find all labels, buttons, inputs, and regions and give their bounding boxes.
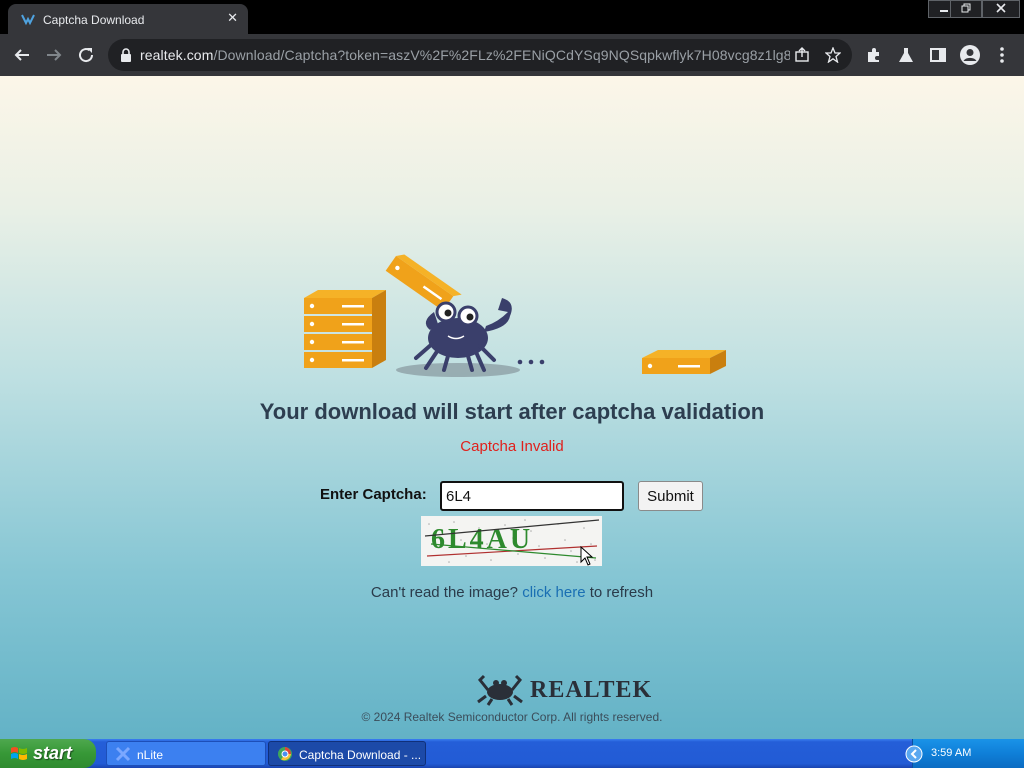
share-icon[interactable]	[794, 47, 810, 63]
captcha-error-message: Captcha Invalid	[460, 438, 564, 455]
forward-button[interactable]	[42, 43, 66, 67]
minimize-icon	[940, 10, 948, 12]
url-text: realtek.com/Download/Captcha?token=aszV%…	[140, 47, 790, 63]
labs-button[interactable]	[894, 43, 918, 67]
tab-captcha-download[interactable]: Captcha Download ✕	[8, 4, 248, 34]
realtek-logo-text: REALTEK	[530, 677, 653, 703]
profile-button[interactable]	[958, 43, 982, 67]
nlite-icon	[115, 746, 131, 762]
reload-button[interactable]	[74, 43, 98, 67]
forward-arrow-icon	[47, 49, 62, 61]
back-button[interactable]	[10, 43, 34, 67]
browser-menu-button[interactable]	[990, 43, 1014, 67]
start-label: start	[33, 743, 73, 763]
browser-toolbar: realtek.com/Download/Captcha?token=aszV%…	[0, 34, 1024, 76]
back-arrow-icon	[14, 49, 29, 61]
browser-tab-strip: Captcha Download ✕	[0, 0, 1024, 34]
start-button[interactable]: start	[0, 739, 96, 768]
restore-window-button[interactable]	[950, 0, 982, 18]
tray-expand-icon[interactable]	[905, 745, 923, 763]
page-headline: Your download will start after captcha v…	[259, 399, 765, 424]
flask-icon	[899, 48, 913, 62]
copyright-text: © 2024 Realtek Semiconductor Corp. All r…	[361, 710, 663, 724]
realtek-crab-logo-icon	[477, 674, 523, 706]
address-bar[interactable]: realtek.com/Download/Captcha?token=aszV%…	[108, 39, 852, 71]
submit-button[interactable]: Submit	[638, 481, 703, 511]
close-icon	[996, 3, 1006, 13]
taskbar-item-captcha-download[interactable]: Captcha Download - ...	[268, 741, 426, 766]
side-panel-button[interactable]	[926, 43, 950, 67]
tab-title: Captcha Download	[43, 13, 145, 27]
kebab-menu-icon	[1000, 47, 1004, 63]
mouse-cursor-icon	[580, 546, 594, 566]
lock-icon	[121, 48, 131, 62]
realtek-favicon-icon	[21, 14, 35, 26]
taskbar-item-nlite[interactable]: nLite	[106, 741, 266, 766]
clock: 3:59 AM	[931, 747, 972, 759]
taskbar: start nLite Captcha Download - ... 3:59 …	[0, 739, 1024, 768]
side-panel-icon	[930, 48, 946, 62]
captcha-image: 6L4AU	[421, 516, 602, 566]
reload-icon	[79, 48, 94, 63]
captcha-label: Enter Captcha:	[320, 486, 427, 503]
close-window-button[interactable]	[982, 0, 1020, 18]
crab-servers-illustration	[304, 254, 726, 377]
crab-mascot-icon	[414, 298, 512, 372]
refresh-hint: Can't read the image? click here to refr…	[370, 584, 654, 601]
extensions-button[interactable]	[862, 43, 886, 67]
bookmark-star-icon[interactable]	[825, 47, 841, 63]
page-content: Your download will start after captcha v…	[0, 76, 1024, 739]
puzzle-icon	[868, 48, 879, 62]
refresh-captcha-link[interactable]: click here	[522, 584, 585, 601]
single-server-icon	[642, 350, 726, 374]
captcha-input[interactable]	[440, 481, 624, 511]
avatar-icon	[960, 45, 980, 65]
server-stack-icon	[304, 290, 386, 368]
tab-close-icon[interactable]: ✕	[227, 10, 238, 26]
chrome-icon	[278, 747, 292, 761]
system-tray: 3:59 AM	[905, 739, 1024, 768]
restore-icon	[961, 3, 971, 13]
windows-flag-icon	[11, 747, 27, 760]
